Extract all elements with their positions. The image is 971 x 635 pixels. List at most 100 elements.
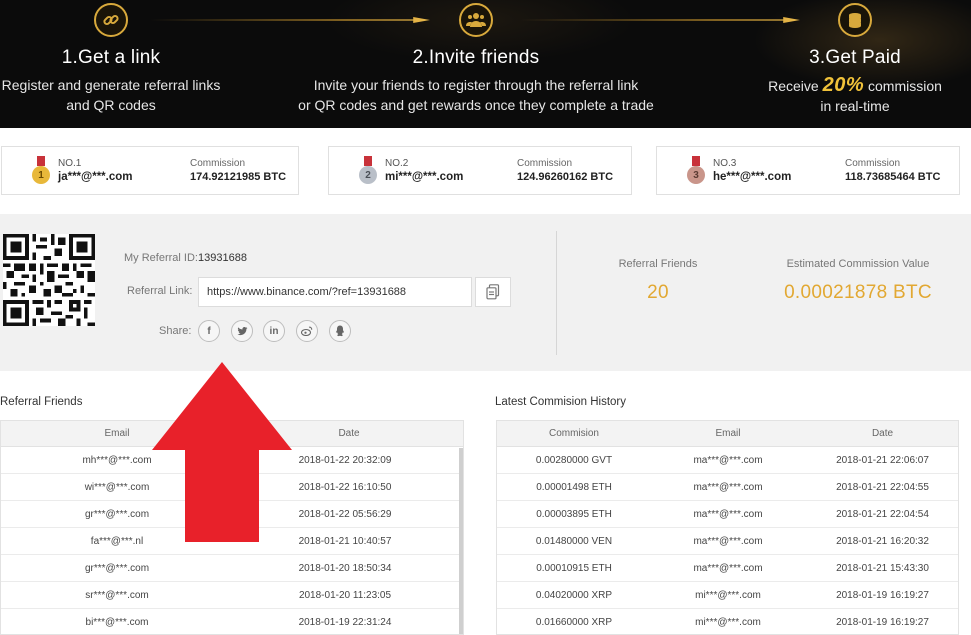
table-scrollbar[interactable] [459,448,463,634]
commission-percent: 20% [822,74,865,96]
table-row: 0.01480000 VEN ma***@***.com 2018-01-21 … [497,528,958,555]
referral-link-label: Referral Link: [127,285,193,297]
commission-email: mi***@***.com [695,617,761,628]
linkedin-icon[interactable]: in [263,320,285,342]
medal-ribbon [692,156,700,166]
step-title: 3.Get Paid [809,47,901,68]
rank-label: NO.1 [58,158,82,169]
friend-date: 2018-01-19 22:31:24 [298,617,392,628]
commission-amount: 0.00010915 ETH [536,563,612,574]
medal-ribbon [37,156,45,166]
commission-amount: 0.00001498 ETH [536,482,612,493]
rank-label: NO.3 [713,158,737,169]
commission-email: ma***@***.com [693,536,763,547]
step-desc-post: commission [868,78,942,94]
commission-label: Commission [517,158,573,169]
step-desc-line: and QR codes [66,97,156,113]
table-row: sr***@***.com 2018-01-20 11:23:05 [1,582,463,609]
commission-email: ma***@***.com [693,482,763,493]
referral-id-label: My Referral ID: [124,252,198,264]
copy-link-button[interactable] [475,277,511,307]
table-row: 0.00003895 ETH ma***@***.com 2018-01-21 … [497,501,958,528]
red-arrow-annotation [152,362,292,542]
copy-icon [486,284,500,300]
twitter-icon[interactable] [231,320,253,342]
referral-friends-count: 20 [647,282,669,303]
commission-email: ma***@***.com [693,509,763,520]
step-desc: Receive 20% commission in real-time [750,75,960,116]
commission-value: 118.73685464 BTC [845,171,941,183]
top-referrer-card: 3 NO.3 he***@***.com Commission 118.7368… [656,146,960,195]
commission-date: 2018-01-21 15:43:30 [836,563,929,574]
medal-number: 2 [359,166,377,184]
commission-label: Commission [190,158,246,169]
referral-friends-title: Referral Friends [0,396,83,408]
estimated-commission-value: 0.00021878 BTC [784,282,932,303]
rank-label: NO.2 [385,158,409,169]
commission-date: 2018-01-21 22:06:07 [836,455,929,466]
table-row: 0.01660000 XRP mi***@***.com 2018-01-19 … [497,609,958,634]
step-get-paid: 3.Get Paid Receive 20% commission in rea… [750,3,960,116]
commission-date: 2018-01-21 22:04:55 [836,482,929,493]
column-header-date[interactable]: Date [805,421,958,447]
commission-amount: 0.00280000 GVT [535,455,613,466]
referrer-email: ja***@***.com [58,171,133,183]
table-row: 0.00280000 GVT ma***@***.com 2018-01-21 … [497,447,958,474]
column-header-commission[interactable]: Commision [497,421,651,447]
referral-banner: 1.Get a link Register and generate refer… [0,0,971,128]
commission-date: 2018-01-21 22:04:54 [836,509,929,520]
column-header-email[interactable]: Email [651,421,805,447]
estimated-commission-label: Estimated Commission Value [786,258,930,270]
referrer-email: he***@***.com [713,171,792,183]
share-label: Share: [159,325,192,337]
top-referrer-card: 1 NO.1 ja***@***.com Commission 174.9212… [1,146,299,195]
medal-icon: 1 [32,156,50,186]
qr-code[interactable] [3,234,95,326]
step-desc-line: Register and generate referral links [1,77,221,93]
step-desc-line: in real-time [820,98,890,114]
commission-date: 2018-01-21 16:20:32 [836,536,929,547]
commission-amount: 0.01660000 XRP [535,617,613,628]
medal-number: 3 [687,166,705,184]
step-desc-line: Invite your friends to register through … [313,77,639,93]
coins-icon [838,3,872,37]
table-row: 0.04020000 XRP mi***@***.com 2018-01-19 … [497,582,958,609]
step-get-link: 1.Get a link Register and generate refer… [0,3,222,115]
commission-email: ma***@***.com [693,455,763,466]
step-title: 2.Invite friends [412,47,540,68]
referral-link-field[interactable]: https://www.binance.com/?ref=13931688 [198,277,472,307]
commission-history-table: Commision Email Date 0.00280000 GVT ma**… [496,420,959,635]
friend-email: bi***@***.com [85,617,149,628]
commission-value: 174.92121985 BTC [190,171,287,183]
table-row: gr***@***.com 2018-01-20 18:50:34 [1,555,463,582]
people-icon [459,3,493,37]
commission-date: 2018-01-19 16:19:27 [836,617,929,628]
table-header: Commision Email Date [497,421,958,447]
table-row: 0.00001498 ETH ma***@***.com 2018-01-21 … [497,474,958,501]
medal-icon: 2 [359,156,377,186]
commission-value: 124.96260162 BTC [517,171,614,183]
medal-number: 1 [32,166,50,184]
medal-ribbon [364,156,372,166]
commission-amount: 0.04020000 XRP [535,590,613,601]
friend-date: 2018-01-20 11:23:05 [298,590,392,601]
weibo-icon[interactable] [296,320,318,342]
commission-date: 2018-01-19 16:19:27 [836,590,929,601]
friend-date: 2018-01-20 18:50:34 [298,563,392,574]
table-row: 0.00010915 ETH ma***@***.com 2018-01-21 … [497,555,958,582]
step-invite-friends: 2.Invite friends Invite your friends to … [280,3,672,115]
step-desc: Invite your friends to register through … [280,75,672,115]
qq-icon[interactable] [329,320,351,342]
commission-email: ma***@***.com [693,563,763,574]
step-title: 1.Get a link [61,47,161,68]
referral-friends-label: Referral Friends [618,258,698,270]
link-icon [94,3,128,37]
referral-panel: My Referral ID: 13931688 Referral Link: … [0,214,971,371]
commission-history-title: Latest Commision History [495,396,627,408]
step-desc-pre: Receive [768,78,819,94]
facebook-icon[interactable]: f [198,320,220,342]
panel-divider [556,231,557,355]
medal-icon: 3 [687,156,705,186]
referral-id-value: 13931688 [198,252,247,264]
referrer-email: mi***@***.com [385,171,464,183]
